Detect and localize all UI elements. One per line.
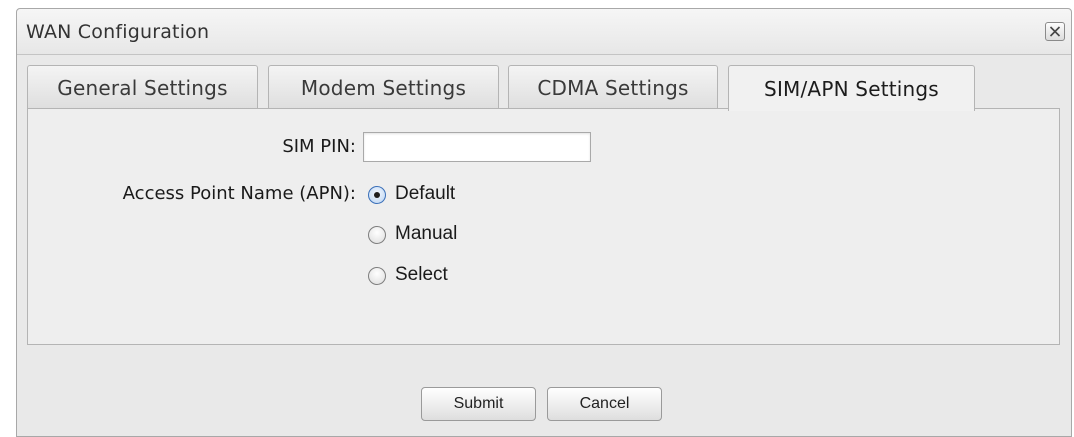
- wan-configuration-dialog: WAN Configuration General Settings Modem…: [16, 8, 1072, 437]
- tab-label: SIM/APN Settings: [764, 76, 939, 101]
- tab-modem-settings[interactable]: Modem Settings: [268, 65, 499, 109]
- tab-label: General Settings: [57, 75, 228, 100]
- apn-label: Access Point Name (APN):: [122, 183, 356, 204]
- apn-select-label[interactable]: Select: [395, 264, 448, 286]
- apn-manual-radio[interactable]: [368, 226, 386, 244]
- close-button[interactable]: [1045, 22, 1065, 41]
- sim-apn-settings-panel: SIM PIN: Access Point Name (APN): Defaul…: [27, 108, 1060, 345]
- apn-manual-label[interactable]: Manual: [395, 223, 457, 245]
- tab-label: CDMA Settings: [537, 75, 689, 100]
- submit-button-label: Submit: [453, 395, 504, 412]
- dialog-titlebar: WAN Configuration: [17, 9, 1071, 55]
- apn-default-radio[interactable]: [368, 186, 386, 204]
- tab-label: Modem Settings: [300, 75, 467, 100]
- close-icon: [1049, 26, 1061, 37]
- apn-default-label[interactable]: Default: [395, 183, 455, 205]
- sim-pin-input[interactable]: [363, 132, 591, 162]
- tab-sim-apn-settings[interactable]: SIM/APN Settings: [728, 65, 975, 111]
- dialog-title: WAN Configuration: [26, 21, 210, 43]
- tab-cdma-settings[interactable]: CDMA Settings: [508, 65, 718, 109]
- submit-button[interactable]: Submit: [421, 387, 536, 421]
- cancel-button[interactable]: Cancel: [547, 387, 662, 421]
- tab-strip: General Settings Modem Settings CDMA Set…: [17, 55, 1071, 111]
- sim-pin-label: SIM PIN:: [282, 136, 356, 157]
- apn-select-radio[interactable]: [368, 267, 386, 285]
- tab-general-settings[interactable]: General Settings: [27, 65, 258, 109]
- cancel-button-label: Cancel: [579, 395, 630, 412]
